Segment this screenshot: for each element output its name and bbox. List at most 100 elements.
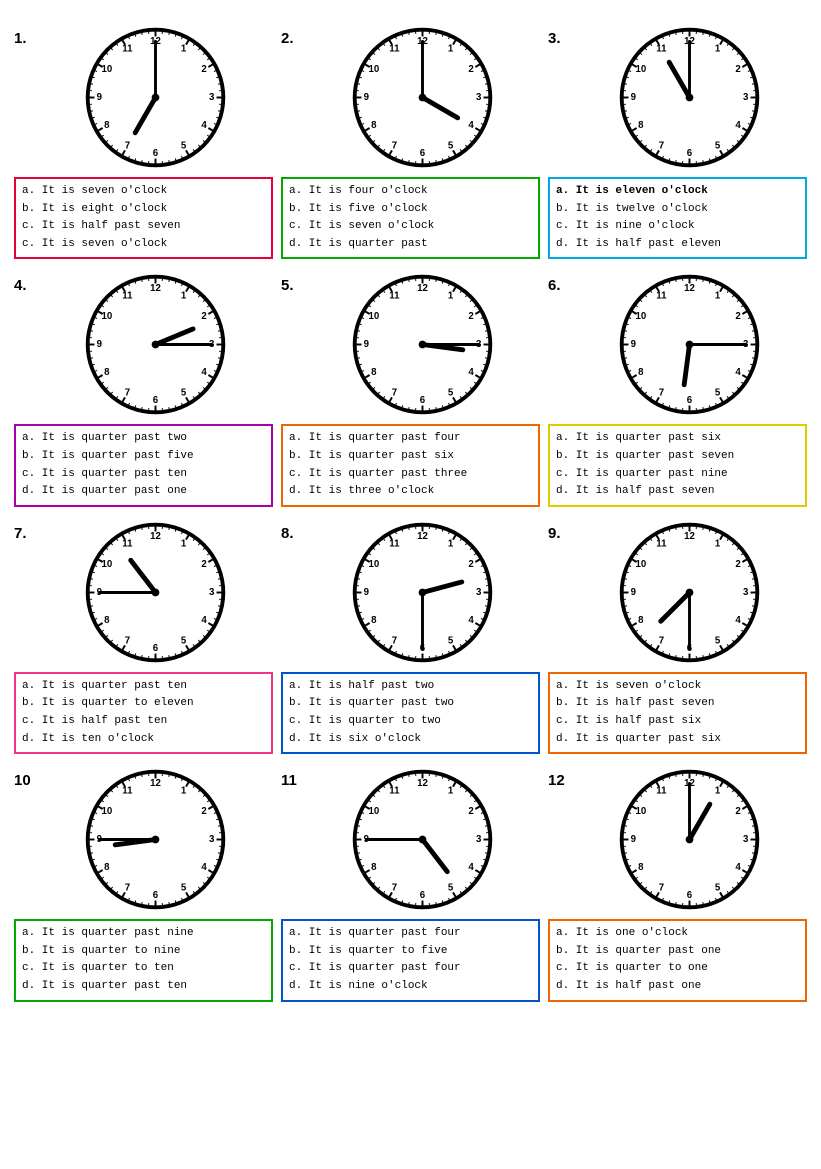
svg-text:10: 10	[635, 311, 646, 322]
clock-container-6: 6. 121234567891011	[548, 267, 807, 422]
svg-text:12: 12	[684, 531, 695, 542]
svg-text:11: 11	[389, 785, 400, 796]
svg-text:8: 8	[371, 862, 377, 873]
answers-box-5: a. It is quarter past fourb. It is quart…	[281, 424, 540, 506]
question-num-8: 8.	[281, 525, 303, 542]
answer-4-3: c. It is quarter past ten	[22, 466, 265, 484]
answer-2-1: a. It is four o'clock	[289, 183, 532, 201]
svg-text:11: 11	[656, 291, 667, 302]
svg-text:2: 2	[201, 64, 206, 75]
svg-text:4: 4	[735, 615, 741, 626]
quiz-cell-5: 5. 121234567891011 a. It is quarter past…	[281, 267, 540, 506]
answer-5-2: b. It is quarter past six	[289, 448, 532, 466]
answer-7-3: c. It is half past ten	[22, 713, 265, 731]
svg-text:1: 1	[181, 785, 187, 796]
svg-text:3: 3	[476, 587, 482, 598]
question-num-12: 12	[548, 772, 570, 789]
answer-1-1: a. It is seven o'clock	[22, 183, 265, 201]
answer-3-3: c. It is nine o'clock	[556, 218, 799, 236]
clock-face-12: 121234567891011	[572, 762, 807, 917]
clock-face-6: 121234567891011	[572, 267, 807, 422]
answer-12-4: d. It is half past one	[556, 978, 799, 996]
svg-text:1: 1	[715, 291, 721, 302]
clock-container-7: 7. 121234567891011	[14, 515, 273, 670]
answer-8-1: a. It is half past two	[289, 678, 532, 696]
answer-1-3: c. It is half past seven	[22, 218, 265, 236]
svg-text:3: 3	[209, 834, 215, 845]
question-num-11: 11	[281, 772, 303, 789]
svg-text:2: 2	[468, 64, 473, 75]
answer-11-3: c. It is quarter past four	[289, 960, 532, 978]
answers-box-3: a. It is eleven o'clockb. It is twelve o…	[548, 177, 807, 259]
svg-text:5: 5	[181, 141, 187, 152]
svg-text:2: 2	[201, 311, 206, 322]
answer-9-4: d. It is quarter past six	[556, 731, 799, 749]
svg-text:9: 9	[631, 834, 637, 845]
svg-text:11: 11	[122, 785, 133, 796]
svg-text:6: 6	[153, 148, 159, 159]
question-num-3: 3.	[548, 30, 570, 47]
svg-text:5: 5	[448, 388, 454, 399]
svg-text:3: 3	[209, 587, 215, 598]
svg-text:10: 10	[101, 64, 112, 75]
svg-text:6: 6	[687, 396, 693, 407]
clock-face-5: 121234567891011	[305, 267, 540, 422]
quiz-cell-2: 2. 121234567891011 a. It is four o'clock…	[281, 20, 540, 259]
quiz-cell-3: 3. 121234567891011 a. It is eleven o'clo…	[548, 20, 807, 259]
clock-container-8: 8. 121234567891011	[281, 515, 540, 670]
answer-7-4: d. It is ten o'clock	[22, 731, 265, 749]
svg-text:10: 10	[368, 806, 379, 817]
answers-box-1: a. It is seven o'clockb. It is eight o'c…	[14, 177, 273, 259]
answers-box-2: a. It is four o'clockb. It is five o'clo…	[281, 177, 540, 259]
question-num-4: 4.	[14, 277, 36, 294]
clock-face-11: 121234567891011	[305, 762, 540, 917]
svg-text:8: 8	[104, 367, 110, 378]
svg-text:5: 5	[181, 388, 187, 399]
svg-text:8: 8	[638, 862, 644, 873]
clock-face-8: 121234567891011	[305, 515, 540, 670]
answer-3-4: d. It is half past eleven	[556, 236, 799, 254]
svg-text:7: 7	[125, 883, 130, 894]
answer-9-2: b. It is half past seven	[556, 695, 799, 713]
svg-text:2: 2	[468, 559, 473, 570]
answer-7-1: a. It is quarter past ten	[22, 678, 265, 696]
svg-text:12: 12	[417, 531, 428, 542]
svg-text:9: 9	[631, 587, 637, 598]
svg-text:11: 11	[389, 43, 400, 54]
svg-text:8: 8	[371, 367, 377, 378]
answer-11-4: d. It is nine o'clock	[289, 978, 532, 996]
svg-text:9: 9	[631, 92, 637, 103]
answer-8-3: c. It is quarter to two	[289, 713, 532, 731]
svg-text:3: 3	[476, 92, 482, 103]
svg-text:12: 12	[150, 778, 161, 789]
svg-text:9: 9	[364, 92, 370, 103]
answer-4-2: b. It is quarter past five	[22, 448, 265, 466]
answer-6-2: b. It is quarter past seven	[556, 448, 799, 466]
svg-text:2: 2	[735, 806, 740, 817]
svg-text:4: 4	[201, 615, 207, 626]
answer-10-1: a. It is quarter past nine	[22, 925, 265, 943]
clock-container-4: 4. 121234567891011	[14, 267, 273, 422]
svg-text:2: 2	[468, 311, 473, 322]
answer-11-1: a. It is quarter past four	[289, 925, 532, 943]
question-num-9: 9.	[548, 525, 570, 542]
quiz-cell-7: 7. 121234567891011 a. It is quarter past…	[14, 515, 273, 754]
clock-face-10: 121234567891011	[38, 762, 273, 917]
svg-text:5: 5	[448, 141, 454, 152]
clock-container-2: 2. 121234567891011	[281, 20, 540, 175]
svg-text:9: 9	[631, 339, 637, 350]
svg-text:10: 10	[368, 559, 379, 570]
svg-text:10: 10	[101, 559, 112, 570]
svg-text:6: 6	[420, 890, 426, 901]
svg-text:8: 8	[638, 120, 644, 131]
svg-text:11: 11	[122, 43, 133, 54]
answer-12-1: a. It is one o'clock	[556, 925, 799, 943]
svg-text:6: 6	[153, 643, 159, 654]
clock-container-5: 5. 121234567891011	[281, 267, 540, 422]
svg-text:7: 7	[125, 141, 130, 152]
answer-3-2: b. It is twelve o'clock	[556, 201, 799, 219]
svg-text:7: 7	[659, 388, 664, 399]
answer-11-2: b. It is quarter to five	[289, 943, 532, 961]
question-num-6: 6.	[548, 277, 570, 294]
svg-text:2: 2	[468, 806, 473, 817]
